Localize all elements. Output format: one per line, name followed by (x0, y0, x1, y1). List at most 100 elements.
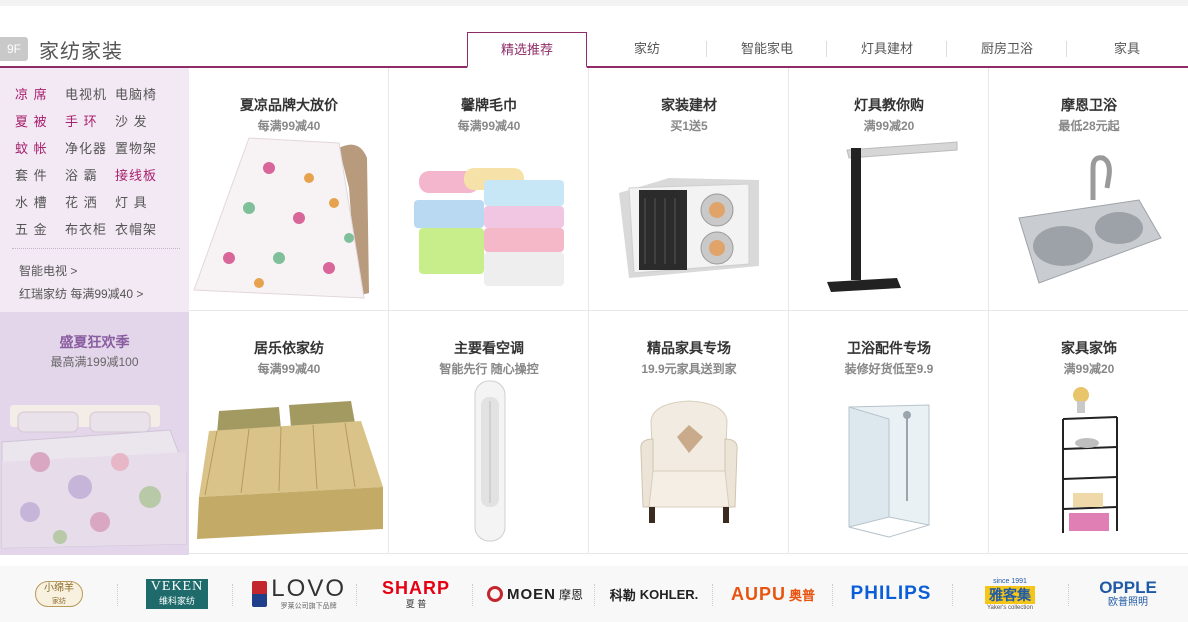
brand-name: MOEN (506, 585, 556, 603)
product-card[interactable]: 灯具教你购 满99减20 (789, 68, 989, 311)
category-link[interactable]: 衣帽架 (115, 219, 165, 238)
category-row: 蚊 帐 净化器 置物架 (15, 134, 180, 161)
tab-lighting-materials[interactable]: 灯具建材 (827, 32, 947, 66)
product-grid: 夏凉品牌大放价 每满99减40 馨牌毛巾 每满99减40 家装建材 买1送5 灯… (189, 68, 1188, 555)
brand-name: PHILIPS (850, 583, 932, 604)
category-panel: 凉 席 电视机 电脑椅 夏 被 手 环 沙 发 蚊 帐 净化器 置物架 套 件 … (0, 68, 189, 312)
category-row: 凉 席 电视机 电脑椅 (15, 80, 180, 107)
product-card[interactable]: 摩恩卫浴 最低28元起 (989, 68, 1188, 311)
category-row: 五 金 布衣柜 衣帽架 (15, 215, 180, 242)
brand-logo-philips[interactable]: PHILIPS (848, 574, 934, 614)
category-link[interactable]: 电视机 (65, 84, 115, 103)
category-link[interactable]: 花 洒 (65, 192, 115, 211)
product-card[interactable]: 夏凉品牌大放价 每满99减40 (189, 68, 389, 311)
product-card[interactable]: 精品家具专场 19.9元家具送到家 (589, 311, 789, 554)
brand-logo-opple[interactable]: OPPLE 欧普照明 (1094, 574, 1162, 614)
category-row: 水 槽 花 洒 灯 具 (15, 188, 180, 215)
tab-featured[interactable]: 精选推荐 (467, 32, 587, 68)
brand-name: AUPU (730, 583, 786, 604)
category-grid: 凉 席 电视机 电脑椅 夏 被 手 环 沙 发 蚊 帐 净化器 置物架 套 件 … (15, 80, 180, 242)
category-link[interactable]: 蚊 帐 (15, 138, 65, 157)
brand-logo-sharp[interactable]: SHARP 夏 普 (372, 574, 460, 614)
brand-en: Yaker's collection (986, 604, 1034, 611)
towels-image (414, 168, 564, 286)
brand-divider (832, 584, 833, 606)
brand-name: 小绵羊 (44, 583, 74, 594)
floor-header: 9F 家纺家装 精选推荐 家纺 智能家电 灯具建材 厨房卫浴 家具 (0, 30, 1188, 68)
category-link[interactable]: 电脑椅 (115, 84, 165, 103)
brand-name: LOVO (271, 575, 346, 602)
brand-divider (594, 584, 595, 606)
brand-logo-kohler[interactable]: 科勒 KOHLER. (606, 574, 702, 614)
brand-tag: since 1991 (993, 577, 1027, 585)
category-link[interactable]: 五 金 (15, 219, 65, 238)
summer-promo-banner[interactable]: 盛夏狂欢季 最高满199减100 (0, 312, 189, 555)
tab-furniture[interactable]: 家具 (1067, 32, 1187, 66)
category-link[interactable]: 水 槽 (15, 192, 65, 211)
brand-logo-aupu[interactable]: AUPU 奥普 (726, 574, 820, 614)
brand-cn: 欧普照明 (1108, 597, 1148, 608)
bedding-image (1, 405, 187, 549)
brand-name: SHARP (381, 578, 450, 598)
hongrui-textile-link[interactable]: 红瑞家纺 每满99减40 > (19, 285, 143, 302)
category-link[interactable]: 夏 被 (15, 111, 65, 130)
tab-home-textile[interactable]: 家纺 (587, 32, 707, 66)
brand-divider (356, 584, 357, 606)
category-divider (12, 248, 180, 249)
tab-bar: 精选推荐 家纺 智能家电 灯具建材 厨房卫浴 家具 (467, 32, 1187, 68)
product-card[interactable]: 馨牌毛巾 每满99减40 (389, 68, 589, 311)
moen-icon (486, 586, 503, 602)
category-link[interactable]: 凉 席 (15, 84, 65, 103)
category-link[interactable]: 浴 霸 (65, 165, 115, 184)
brand-divider (472, 584, 473, 606)
brand-logo-xiaomianyang[interactable]: 小绵羊 家纺 (34, 574, 84, 614)
category-link[interactable]: 净化器 (65, 138, 115, 157)
product-card[interactable]: 家装建材 买1送5 (589, 68, 789, 311)
floor-title: 家纺家装 (39, 41, 123, 63)
brand-logo-veken[interactable]: VEKEN 维科家纺 (146, 574, 208, 614)
brand-logo-yakerji[interactable]: since 1991 雅客集 Yaker's collection (980, 574, 1040, 614)
category-link[interactable]: 灯 具 (115, 192, 165, 211)
product-card[interactable]: 主要看空调 智能先行 随心操控 (389, 311, 589, 554)
brand-divider (712, 584, 713, 606)
brand-cn: 罗莱公司旗下品牌 (280, 603, 337, 610)
desk-lamp-image (827, 141, 958, 292)
brand-cn: 摩恩 (558, 587, 583, 602)
category-link[interactable]: 布衣柜 (65, 219, 115, 238)
lovo-flag-icon (252, 581, 268, 607)
air-conditioner-image (474, 380, 506, 542)
storage-shelf-image (1062, 387, 1118, 533)
summer-quilt-image (193, 137, 369, 299)
brand-cn: 科勒 (609, 587, 636, 603)
brand-cn: 夏 普 (405, 599, 427, 609)
brand-name: 雅客集 (985, 585, 1035, 604)
brand-divider (117, 584, 118, 606)
category-link[interactable]: 套 件 (15, 165, 65, 184)
armchair-image (640, 400, 738, 523)
brand-strip: 小绵羊 家纺 VEKEN 维科家纺 LOVO 罗莱公司旗下品牌 SHARP 夏 … (0, 566, 1188, 622)
brand-cn: 维科家纺 (158, 596, 195, 606)
floor-badge: 9F (0, 37, 28, 61)
brand-divider (232, 584, 233, 606)
brand-name: VEKEN (150, 579, 204, 594)
product-card[interactable]: 居乐依家纺 每满99减40 (189, 311, 389, 554)
top-band (0, 0, 1188, 6)
shower-enclosure-image (848, 404, 930, 538)
brand-logo-lovo[interactable]: LOVO 罗莱公司旗下品牌 (252, 574, 346, 614)
category-row: 套 件 浴 霸 接线板 (15, 161, 180, 188)
brand-divider (952, 584, 953, 606)
tab-smart-appliance[interactable]: 智能家电 (707, 32, 827, 66)
tab-kitchen-bath[interactable]: 厨房卫浴 (947, 32, 1067, 66)
category-link[interactable]: 接线板 (115, 165, 165, 184)
brand-name: OPPLE (1099, 578, 1157, 597)
category-link[interactable]: 手 环 (65, 111, 115, 130)
brand-cn: 奥普 (789, 587, 816, 603)
smart-tv-link[interactable]: 智能电视 > (19, 262, 77, 279)
kitchen-sink-image (1018, 155, 1162, 284)
brand-name: KOHLER. (639, 586, 699, 602)
product-card[interactable]: 家具家饰 满99减20 (989, 311, 1188, 554)
category-link[interactable]: 置物架 (115, 138, 165, 157)
category-link[interactable]: 沙 发 (115, 111, 165, 130)
brand-logo-moen[interactable]: MOEN 摩恩 (486, 574, 584, 614)
product-card[interactable]: 卫浴配件专场 装修好货低至9.9 (789, 311, 989, 554)
